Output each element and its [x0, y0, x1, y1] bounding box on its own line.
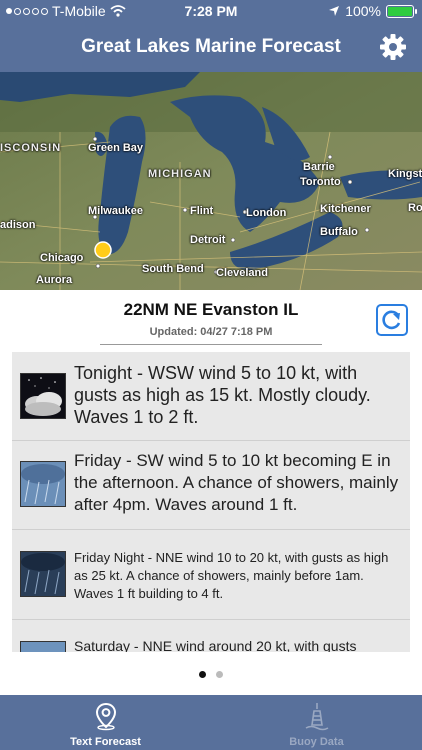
battery-percent: 100% [345, 3, 381, 19]
forecast-text: Friday - SW wind 5 to 10 kt becoming E i… [74, 451, 399, 514]
forecast-text: Tonight - WSW wind 5 to 10 kt, with gust… [74, 363, 371, 427]
map-label: Aurora [36, 274, 73, 286]
location-title: 22NM NE Evanston IL [123, 300, 299, 319]
map-label: Cleveland [216, 267, 268, 279]
map-label: Barrie [303, 161, 335, 173]
location-pin-icon [95, 702, 117, 731]
showers-icon [20, 461, 66, 507]
night-showers-icon [20, 551, 66, 597]
status-bar: T-Mobile 7:28 PM 100% [0, 0, 422, 22]
forecast-item-tonight[interactable]: Tonight - WSW wind 5 to 10 kt, with gust… [12, 352, 410, 441]
forecast-item-friday[interactable]: Friday - SW wind 5 to 10 kt becoming E i… [12, 440, 410, 530]
map-label: Chicago [40, 252, 84, 264]
refresh-button[interactable] [376, 304, 408, 336]
showers-icon [20, 641, 66, 652]
page-indicator[interactable] [0, 671, 422, 678]
updated-timestamp: Updated: 04/27 7:18 PM [149, 326, 273, 338]
forecast-list[interactable]: Tonight - WSW wind 5 to 10 kt, with gust… [12, 352, 410, 652]
satellite-map[interactable]: ISCONSIN Green Bay MICHIGAN Barrie Toron… [0, 72, 422, 290]
forecast-text: Friday Night - NNE wind 10 to 20 kt, wit… [74, 550, 389, 601]
forecast-panel: 22NM NE Evanston IL Updated: 04/27 7:18 … [0, 290, 422, 695]
tab-bar: Text Forecast Buoy Data [0, 695, 422, 750]
forecast-item-saturday[interactable]: Saturday - NNE wind around 20 kt, with g… [12, 619, 410, 652]
map-label: MICHIGAN [148, 168, 212, 180]
gear-icon[interactable] [378, 32, 408, 62]
buoy-icon [305, 703, 329, 731]
map-label: Kingst [388, 168, 422, 180]
divider [100, 344, 322, 345]
map-label: Milwaukee [88, 205, 144, 217]
page-dot-1[interactable] [199, 671, 206, 678]
location-arrow-icon [329, 6, 340, 16]
forecast-item-friday-night[interactable]: Friday Night - NNE wind 10 to 20 kt, wit… [12, 529, 410, 620]
battery-icon [386, 4, 417, 18]
map-label: Green Bay [88, 142, 144, 154]
map-label: Kitchener [320, 203, 371, 215]
nav-bar: Great Lakes Marine Forecast [0, 22, 422, 72]
buoy-location-marker[interactable] [94, 241, 112, 259]
refresh-icon [382, 310, 401, 330]
map-label: ISCONSIN [0, 142, 62, 154]
page-dot-2[interactable] [216, 671, 223, 678]
tab-label: Buoy Data [289, 736, 344, 748]
tab-text-forecast[interactable]: Text Forecast [0, 695, 211, 750]
tab-buoy-data[interactable]: Buoy Data [211, 695, 422, 750]
map-label: Toronto [300, 176, 341, 188]
page-title: Great Lakes Marine Forecast [81, 36, 341, 57]
forecast-text: Saturday - NNE wind around 20 kt, with g… [74, 638, 357, 652]
map-label: Detroit [190, 234, 226, 246]
tab-label: Text Forecast [70, 736, 141, 748]
map-label: London [246, 207, 287, 219]
map-label: South Bend [142, 263, 204, 275]
map-label: Flint [190, 205, 214, 217]
map-label: Ro [408, 202, 422, 214]
night-cloudy-icon [20, 373, 66, 419]
map-label: Buffalo [320, 226, 358, 238]
map-label: adison [0, 219, 36, 231]
